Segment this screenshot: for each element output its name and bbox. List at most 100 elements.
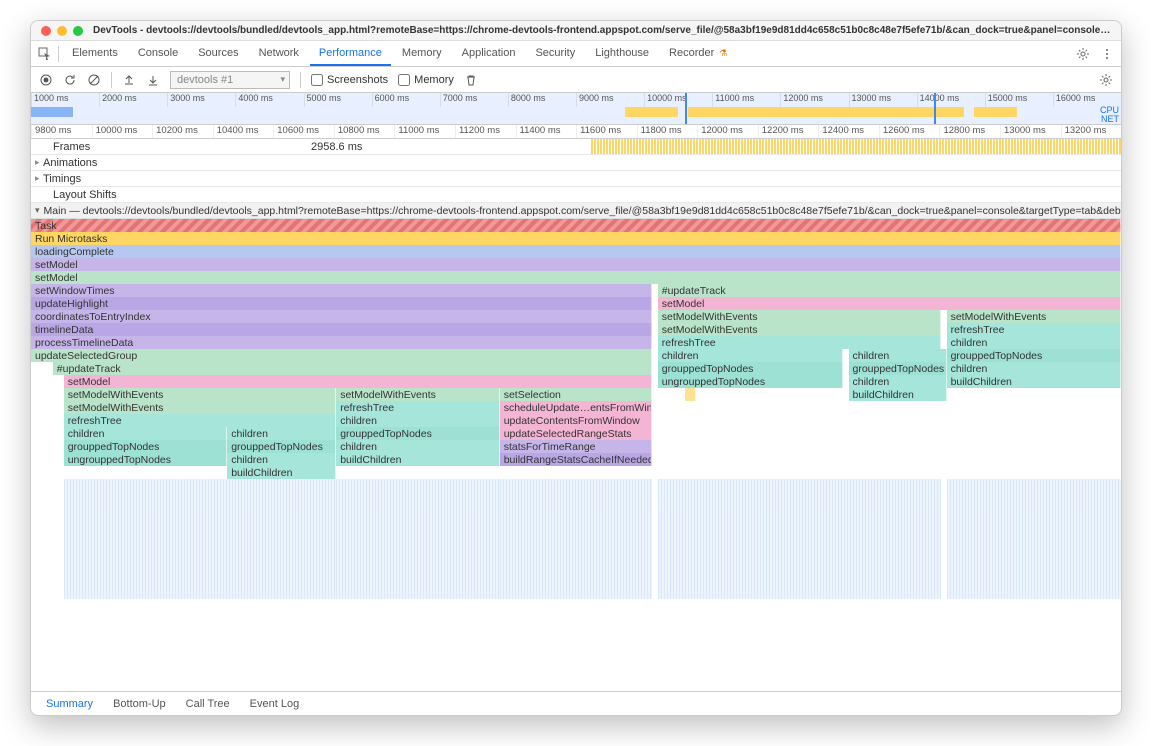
tab-lighthouse[interactable]: Lighthouse <box>586 42 658 66</box>
btab-summary[interactable]: Summary <box>37 694 102 714</box>
track-animations[interactable]: Animations <box>31 155 1121 171</box>
flame-children-r[interactable]: children <box>947 336 1121 349</box>
performance-toolbar: devtools #1 Screenshots Memory <box>31 67 1121 93</box>
screenshots-checkbox[interactable]: Screenshots <box>311 74 388 86</box>
flame-ungrp-r[interactable]: ungrouppedTopNodes <box>658 375 843 388</box>
flame-smwe-r1[interactable]: setModelWithEvents <box>658 310 941 323</box>
tab-application[interactable]: Application <box>453 42 525 66</box>
flame-setsel[interactable]: setSelection <box>500 388 653 401</box>
flame-setmodel[interactable]: setModel <box>31 258 1121 271</box>
flame-refresh-l2[interactable]: refreshTree <box>64 414 337 427</box>
flame-updtrack[interactable]: #updateTrack <box>53 362 653 375</box>
memory-checkbox[interactable]: Memory <box>398 74 454 86</box>
flame-updcontents[interactable]: updateContentsFromWindow <box>500 414 653 427</box>
tab-memory[interactable]: Memory <box>393 42 451 66</box>
flame-statsrange[interactable]: statsForTimeRange <box>500 440 653 453</box>
overview-ticks: 1000 ms 2000 ms 3000 ms 4000 ms 5000 ms … <box>31 93 1121 107</box>
flame-buildrange[interactable]: buildRangeStatsCacheIfNeeded <box>500 453 653 466</box>
flame-updselrange[interactable]: updateSelectedRangeStats <box>500 427 653 440</box>
frame-markers <box>591 139 1121 154</box>
flame-grp-r[interactable]: grouppedTopNodes <box>947 349 1121 362</box>
maximize-icon[interactable] <box>73 26 83 36</box>
flame-children-r3[interactable]: children <box>947 362 1121 375</box>
flame-updatetrack-r[interactable]: #updateTrack <box>658 284 1121 297</box>
flame-smwe-r3[interactable]: setModelWithEvents <box>658 323 941 336</box>
flame-smwe-l2[interactable]: setModelWithEvents <box>336 388 500 401</box>
flame-schedupd[interactable]: scheduleUpdate…entsFromWindow <box>500 401 653 414</box>
flame-children-l2[interactable]: children <box>64 427 228 440</box>
download-button[interactable] <box>146 73 160 87</box>
flame-children-l[interactable]: children <box>336 414 500 427</box>
overview-selection[interactable] <box>685 93 936 124</box>
inspect-icon[interactable] <box>36 45 54 63</box>
btab-bottomup[interactable]: Bottom-Up <box>104 694 175 714</box>
flame-children-r2[interactable]: children <box>658 349 843 362</box>
reload-button[interactable] <box>63 73 77 87</box>
flame-setmodel2[interactable]: setModel <box>31 271 1121 284</box>
btab-calltree[interactable]: Call Tree <box>177 694 239 714</box>
toolbar-right <box>1074 45 1116 63</box>
flame-children-r2b[interactable]: children <box>849 349 947 362</box>
flame-setmodel-l[interactable]: setModel <box>64 375 653 388</box>
tab-performance[interactable]: Performance <box>310 42 391 66</box>
devtools-window: DevTools - devtools://devtools/bundled/d… <box>30 20 1122 716</box>
flame-children-l2b[interactable]: children <box>227 427 336 440</box>
ov-tick: 1000 ms <box>31 93 99 107</box>
perf-gear-icon[interactable] <box>1099 73 1113 87</box>
flame-children-l3[interactable]: children <box>336 440 500 453</box>
flame-coord[interactable]: coordinatesToEntryIndex <box>31 310 652 323</box>
titlebar: DevTools - devtools://devtools/bundled/d… <box>31 21 1121 41</box>
flame-smwe-l3[interactable]: setModelWithEvents <box>64 401 337 414</box>
flame-microtasks[interactable]: Run Microtasks <box>31 232 1121 245</box>
flame-refresh-r2[interactable]: refreshTree <box>658 336 941 349</box>
flame-buildch-l2[interactable]: buildChildren <box>227 466 336 479</box>
track-layout-shifts[interactable]: Layout Shifts <box>31 187 1121 203</box>
tab-recorder[interactable]: Recorder ⚗ <box>660 42 736 66</box>
flame-processtl[interactable]: processTimelineData <box>31 336 652 349</box>
track-timings[interactable]: Timings <box>31 171 1121 187</box>
flame-buildch-r2[interactable]: buildChildren <box>849 388 947 401</box>
flame-buildch-r[interactable]: buildChildren <box>947 375 1121 388</box>
record-button[interactable] <box>39 73 53 87</box>
flame-setwindowtimes[interactable]: setWindowTimes <box>31 284 652 297</box>
track-frames[interactable]: Frames 2958.6 ms <box>31 139 1121 155</box>
details-tabs: Summary Bottom-Up Call Tree Event Log <box>31 691 1121 715</box>
tab-sources[interactable]: Sources <box>189 42 247 66</box>
flame-task[interactable]: Task <box>31 219 1121 232</box>
flame-smwe-l1[interactable]: setModelWithEvents <box>64 388 337 401</box>
flame-chart[interactable]: Task Run Microtasks loadingComplete setM… <box>31 219 1121 691</box>
main-thread-header[interactable]: Main — devtools://devtools/bundled/devto… <box>31 203 1121 219</box>
tab-network[interactable]: Network <box>250 42 308 66</box>
flame-updselgrp[interactable]: updateSelectedGroup <box>31 349 652 362</box>
overview-timeline[interactable]: 1000 ms 2000 ms 3000 ms 4000 ms 5000 ms … <box>31 93 1121 125</box>
flame-buildch-l[interactable]: buildChildren <box>336 453 500 466</box>
flame-grp-l2[interactable]: grouppedTopNodes <box>64 440 228 453</box>
tab-console[interactable]: Console <box>129 42 187 66</box>
flame-refresh-r[interactable]: refreshTree <box>947 323 1121 336</box>
flame-grp-r2b[interactable]: grouppedTopNodes <box>849 362 947 375</box>
kebab-icon[interactable] <box>1098 45 1116 63</box>
flame-refresh-l[interactable]: refreshTree <box>336 401 500 414</box>
btab-eventlog[interactable]: Event Log <box>241 694 309 714</box>
trash-button[interactable] <box>464 73 478 87</box>
flame-smwe-r2[interactable]: setModelWithEvents <box>947 310 1121 323</box>
gear-icon[interactable] <box>1074 45 1092 63</box>
flame-ungrp-l[interactable]: ungrouppedTopNodes <box>64 453 228 466</box>
close-icon[interactable] <box>41 26 51 36</box>
upload-button[interactable] <box>122 73 136 87</box>
flame-setmodel-r[interactable]: setModel <box>658 297 1121 310</box>
flame-children-r4[interactable]: children <box>849 375 947 388</box>
tab-elements[interactable]: Elements <box>63 42 127 66</box>
flame-grp-l[interactable]: grouppedTopNodes <box>336 427 500 440</box>
flame-timelinedata[interactable]: timelineData <box>31 323 652 336</box>
flame-grp-r2[interactable]: grouppedTopNodes <box>658 362 843 375</box>
flame-updatehl[interactable]: updateHighlight <box>31 297 652 310</box>
tab-security[interactable]: Security <box>526 42 584 66</box>
recording-selector[interactable]: devtools #1 <box>170 71 290 89</box>
time-ruler[interactable]: 9800 ms10000 ms10200 ms10400 ms10600 ms1… <box>31 125 1121 139</box>
flame-children-l4[interactable]: children <box>227 453 336 466</box>
flame-grp-l2b[interactable]: grouppedTopNodes <box>227 440 336 453</box>
flame-loading[interactable]: loadingComplete <box>31 245 1121 258</box>
clear-button[interactable] <box>87 73 101 87</box>
minimize-icon[interactable] <box>57 26 67 36</box>
